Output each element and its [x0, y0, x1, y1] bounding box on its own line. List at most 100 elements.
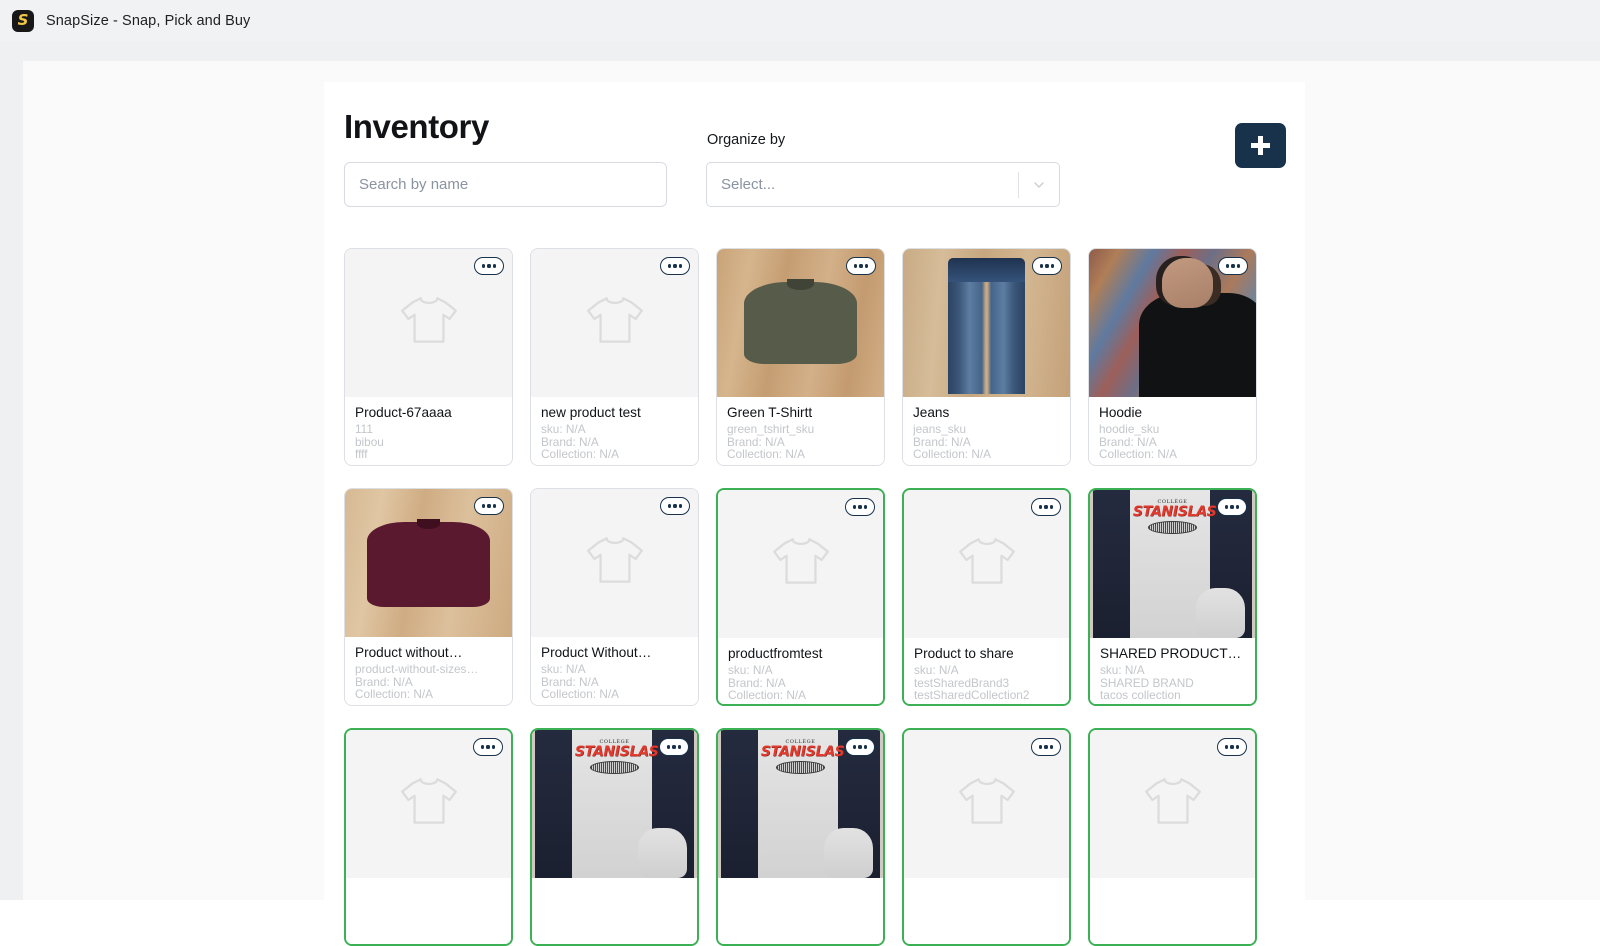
product-card[interactable]: Hoodiehoodie_skuBrand: N/ACollection: N/… — [1088, 248, 1257, 466]
product-brand: Brand: N/A — [728, 677, 873, 690]
product-card[interactable]: Product to sharesku: N/AtestSharedBrand3… — [902, 488, 1071, 706]
product-brand: Brand: N/A — [1099, 436, 1246, 449]
product-card-info: Product to sharesku: N/AtestSharedBrand3… — [904, 638, 1069, 704]
product-brand: SHARED BRAND — [1100, 677, 1245, 690]
product-collection: Collection: N/A — [913, 448, 1060, 461]
ellipsis-icon[interactable] — [845, 738, 875, 756]
product-sku: product-without-sizes… — [355, 663, 502, 676]
product-card[interactable]: productfromtest sku: N/ABrand: N/ACollect… — [716, 488, 885, 706]
product-card[interactable]: COLLÈGESTANISLASSHARED PRODUCT…sku: N/AS… — [1088, 488, 1257, 706]
product-name: Green T-Shirtt — [727, 405, 874, 420]
product-collection: Collection: N/A — [541, 448, 688, 461]
product-sku: sku: N/A — [1100, 664, 1245, 677]
product-sku: green_tshirt_sku — [727, 423, 874, 436]
product-name: SHARED PRODUCT… — [1100, 646, 1245, 661]
product-card-info — [532, 878, 697, 944]
product-name: Jeans — [913, 405, 1060, 420]
product-name: Hoodie — [1099, 405, 1246, 420]
product-card[interactable] — [344, 728, 513, 946]
search-input[interactable] — [344, 162, 667, 207]
ellipsis-icon[interactable] — [474, 497, 504, 515]
product-card-info: Product-67aaaa111bibouffff — [345, 397, 512, 465]
ellipsis-icon[interactable] — [473, 738, 503, 756]
product-card-media — [904, 490, 1069, 638]
product-card-info: productfromtest sku: N/ABrand: N/ACollect… — [718, 638, 883, 704]
ellipsis-icon[interactable] — [845, 498, 875, 516]
ellipsis-icon[interactable] — [1217, 498, 1247, 516]
organize-by-label: Organize by — [707, 132, 785, 148]
ellipsis-icon[interactable] — [1031, 498, 1061, 516]
product-card-info — [346, 878, 511, 944]
left-rail — [0, 61, 23, 900]
product-card-media — [903, 249, 1070, 397]
product-card[interactable]: Jeans jeans_skuBrand: N/ACollection: N/A — [902, 248, 1071, 466]
product-brand: Brand: N/A — [355, 676, 502, 689]
product-card-info — [1090, 878, 1255, 944]
product-card-media — [1090, 730, 1255, 878]
ellipsis-icon[interactable] — [1031, 738, 1061, 756]
product-name: Product Without… — [541, 645, 688, 660]
product-card-media — [531, 489, 698, 637]
product-card[interactable]: Product-67aaaa111bibouffff — [344, 248, 513, 466]
tshirt-placeholder-icon — [1140, 769, 1206, 840]
ellipsis-icon[interactable] — [660, 257, 690, 275]
tshirt-placeholder-icon — [582, 288, 648, 359]
product-card-info: Hoodiehoodie_skuBrand: N/ACollection: N/… — [1089, 397, 1256, 465]
ellipsis-icon[interactable] — [1032, 257, 1062, 275]
product-name: Product-67aaaa — [355, 405, 502, 420]
product-name: Product to share — [914, 646, 1059, 661]
add-product-button[interactable] — [1235, 123, 1286, 168]
window-titlebar: S SnapSize - Snap, Pick and Buy — [0, 0, 1600, 41]
tshirt-placeholder-icon — [396, 288, 462, 359]
product-card-media — [1089, 249, 1256, 397]
product-card-media — [717, 249, 884, 397]
product-name: productfromtest — [728, 646, 873, 661]
tshirt-placeholder-icon — [582, 528, 648, 599]
product-brand: Brand: N/A — [913, 436, 1060, 449]
toolbar-band — [0, 41, 1600, 61]
organize-by-select[interactable]: Select... — [706, 162, 1060, 207]
product-card-info — [718, 878, 883, 944]
ellipsis-icon[interactable] — [659, 738, 689, 756]
product-collection: Collection: N/A — [727, 448, 874, 461]
product-card-media — [904, 730, 1069, 878]
ellipsis-icon[interactable] — [474, 257, 504, 275]
product-card[interactable]: Green T-Shirtt green_tshirt_skuBrand: N/A… — [716, 248, 885, 466]
product-card-media — [718, 490, 883, 638]
product-collection: Collection: N/A — [1099, 448, 1246, 461]
product-card[interactable]: COLLÈGESTANISLAS — [530, 728, 699, 946]
product-brand: Brand: N/A — [727, 436, 874, 449]
product-collection: Collection: N/A — [728, 689, 873, 702]
product-card[interactable] — [1088, 728, 1257, 946]
ellipsis-icon[interactable] — [660, 497, 690, 515]
product-brand: Brand: N/A — [541, 436, 688, 449]
product-name: Product without… — [355, 645, 502, 660]
tshirt-placeholder-icon — [954, 769, 1020, 840]
product-collection: Collection: N/A — [541, 688, 688, 701]
product-sku: jeans_sku — [913, 423, 1060, 436]
product-card-media — [346, 730, 511, 878]
ellipsis-icon[interactable] — [1217, 738, 1247, 756]
product-card[interactable]: Product without… product-without-sizes…Br… — [344, 488, 513, 706]
product-collection: testSharedCollection2 — [914, 689, 1059, 702]
product-card[interactable]: Product Without…sku: N/ABrand: N/ACollec… — [530, 488, 699, 706]
product-collection: Collection: N/A — [355, 688, 502, 701]
page-title: Inventory — [344, 108, 489, 146]
tshirt-placeholder-icon — [396, 769, 462, 840]
chevron-down-icon[interactable] — [1019, 177, 1059, 193]
product-sku: sku: N/A — [728, 664, 873, 677]
product-card-info: Product without… product-without-sizes…Br… — [345, 637, 512, 705]
product-sku: sku: N/A — [914, 664, 1059, 677]
plus-icon — [1251, 136, 1270, 155]
product-card-media: COLLÈGESTANISLAS — [532, 730, 697, 878]
product-card[interactable]: new product testsku: N/ABrand: N/ACollec… — [530, 248, 699, 466]
product-card[interactable] — [902, 728, 1071, 946]
product-grid: Product-67aaaa111bibouffff new product te… — [344, 248, 1275, 946]
inventory-panel: Inventory Organize by Select... Product-… — [324, 82, 1305, 900]
ellipsis-icon[interactable] — [846, 257, 876, 275]
product-collection: tacos collection — [1100, 689, 1245, 702]
product-card-media: COLLÈGESTANISLAS — [718, 730, 883, 878]
ellipsis-icon[interactable] — [1218, 257, 1248, 275]
product-card[interactable]: COLLÈGESTANISLAS — [716, 728, 885, 946]
product-card-info — [904, 878, 1069, 944]
